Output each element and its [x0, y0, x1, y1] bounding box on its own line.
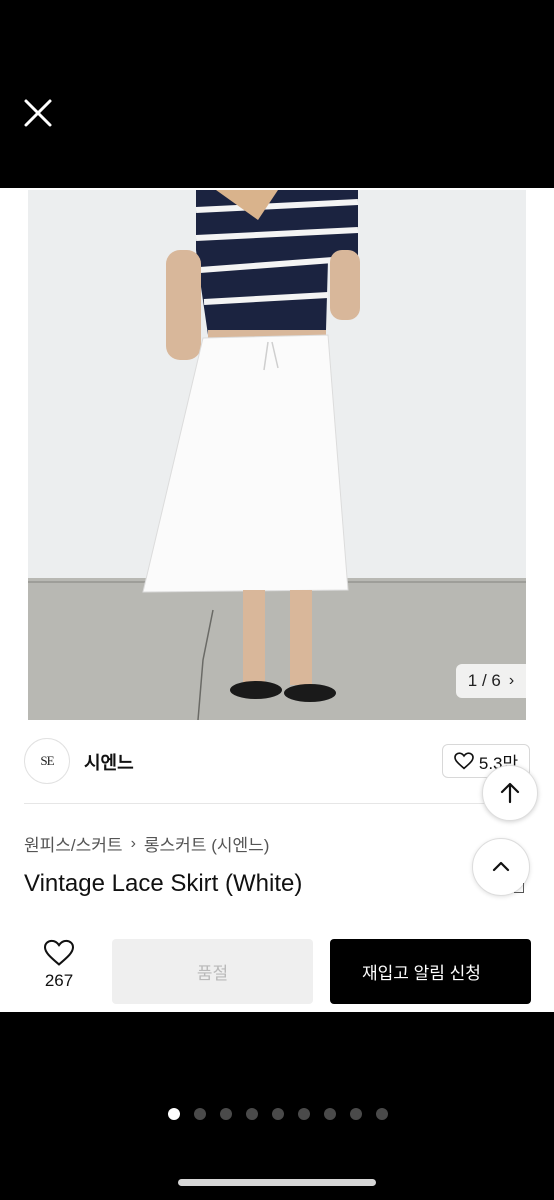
heart-icon — [454, 752, 474, 770]
page-dot[interactable] — [272, 1108, 284, 1120]
store-name[interactable]: 시엔느 — [84, 749, 134, 775]
store-logo-text: SE — [40, 753, 54, 768]
home-indicator[interactable] — [178, 1179, 376, 1186]
corner-mark-icon — [514, 883, 524, 893]
store-row[interactable]: SE 시엔느 5.3만 — [24, 737, 530, 785]
page-dot[interactable] — [324, 1108, 336, 1120]
arrow-up-icon — [500, 782, 520, 804]
close-button[interactable] — [20, 95, 56, 131]
photo-counter-text: 1 / 6 — [467, 671, 501, 690]
product-photo[interactable]: 1 / 6 › — [28, 190, 526, 720]
breadcrumb: 원피스/스커트 › 롱스커트 (시엔느) — [24, 831, 269, 856]
chevron-up-icon — [492, 861, 510, 872]
soldout-button: 품절 — [112, 939, 313, 1004]
chevron-right-icon: › — [508, 672, 515, 689]
scroll-to-top-button[interactable] — [482, 765, 538, 821]
product-card: 1 / 6 › SE 시엔느 5.3만 원피스/스커트 › 롱스커트 (시엔느)… — [0, 188, 554, 1012]
restock-alert-button[interactable]: 재입고 알림 신청 — [330, 939, 531, 1004]
product-title: Vintage Lace Skirt (White) — [24, 870, 303, 897]
page-dot[interactable] — [168, 1108, 180, 1120]
page-dot[interactable] — [194, 1108, 206, 1120]
divider — [24, 803, 530, 804]
page-dot[interactable] — [220, 1108, 232, 1120]
product-image — [28, 190, 526, 720]
chevron-right-icon: › — [130, 834, 136, 852]
store-logo[interactable]: SE — [24, 738, 70, 784]
close-icon — [24, 99, 52, 127]
page-dot[interactable] — [376, 1108, 388, 1120]
page-indicator — [168, 1108, 388, 1120]
action-bar: 267 품절 재입고 알림 신청 — [0, 933, 554, 1005]
page-dot[interactable] — [246, 1108, 258, 1120]
breadcrumb-subcategory[interactable]: 롱스커트 (시엔느) — [144, 831, 270, 856]
heart-icon — [43, 939, 75, 966]
breadcrumb-category[interactable]: 원피스/스커트 — [24, 831, 123, 856]
viewer-top-bar — [0, 0, 554, 188]
photo-counter[interactable]: 1 / 6 › — [456, 664, 526, 698]
wish-count: 267 — [44, 971, 74, 990]
page-dot[interactable] — [350, 1108, 362, 1120]
page-dot[interactable] — [298, 1108, 310, 1120]
wish-button[interactable]: 267 — [38, 939, 80, 999]
